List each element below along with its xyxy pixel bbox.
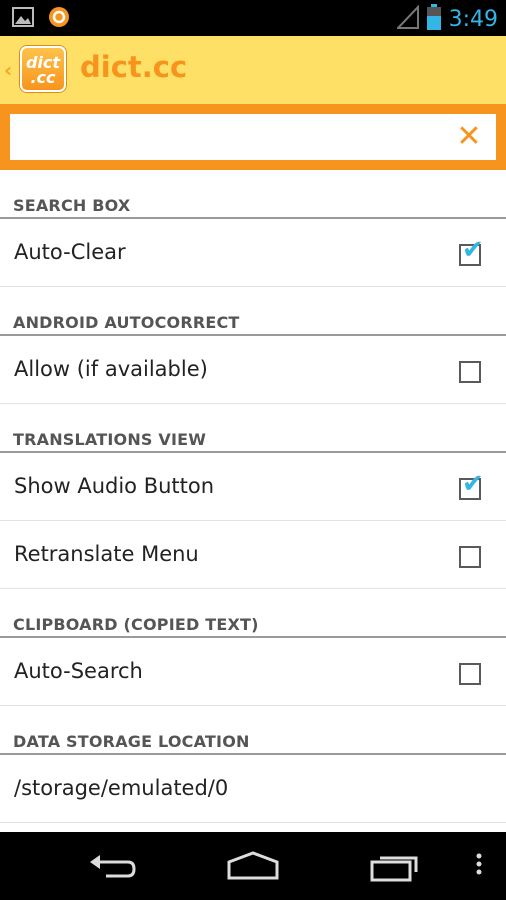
setting-auto-search[interactable]: Auto-Search [0, 638, 506, 706]
checkmark-icon: ✔ [462, 235, 484, 265]
setting-storage-path[interactable]: /storage/emulated/0 [0, 755, 506, 823]
search-area: ✕ [0, 104, 506, 170]
up-chevron-icon[interactable]: ‹ [4, 58, 12, 82]
show-audio-checkbox[interactable]: ✔ [459, 471, 484, 500]
section-header-translations-view: TRANSLATIONS VIEW [0, 404, 506, 453]
setting-allow-autocorrect[interactable]: Allow (if available) [0, 336, 506, 404]
setting-auto-clear[interactable]: Auto-Clear ✔ [0, 219, 506, 287]
checkmark-icon: ✔ [462, 469, 484, 499]
setting-show-audio-button[interactable]: Show Audio Button ✔ [0, 453, 506, 521]
section-header-label: SEARCH BOX [13, 196, 131, 215]
action-bar: ‹ dict .cc dict.cc [0, 36, 506, 104]
section-header-search-box: SEARCH BOX [0, 170, 506, 219]
setting-label: Auto-Search [14, 659, 143, 683]
section-header-data-storage: DATA STORAGE LOCATION [0, 706, 506, 755]
recent-apps-icon [370, 856, 418, 882]
avast-notification-icon [48, 6, 70, 32]
status-bar: 3:49 [0, 0, 506, 36]
navigation-bar [0, 832, 506, 900]
close-icon: ✕ [456, 119, 482, 154]
setting-label: Retranslate Menu [14, 542, 199, 566]
back-icon [90, 855, 136, 878]
section-header-android-autocorrect: ANDROID AUTOCORRECT [0, 287, 506, 336]
section-header-label: ANDROID AUTOCORRECT [13, 313, 240, 332]
signal-icon [395, 4, 419, 33]
app-title: dict.cc [80, 50, 188, 84]
section-header-clipboard: CLIPBOARD (COPIED TEXT) [0, 589, 506, 638]
recent-apps-button[interactable] [370, 850, 422, 886]
app-logo[interactable]: dict .cc [20, 46, 66, 92]
setting-label: Show Audio Button [14, 474, 215, 498]
allow-autocorrect-checkbox[interactable] [459, 361, 481, 383]
retranslate-menu-checkbox[interactable] [459, 546, 481, 568]
setting-label: Allow (if available) [14, 357, 208, 381]
setting-label: /storage/emulated/0 [14, 776, 229, 800]
auto-search-checkbox[interactable] [459, 663, 481, 685]
logo-text-line2: .cc [30, 68, 56, 87]
status-clock: 3:49 [448, 6, 498, 32]
battery-icon [426, 4, 441, 34]
setting-retranslate-menu[interactable]: Retranslate Menu [0, 521, 506, 589]
overflow-menu-icon [476, 853, 482, 875]
search-input[interactable] [10, 114, 496, 160]
image-notification-icon [12, 7, 34, 31]
section-header-label: TRANSLATIONS VIEW [13, 430, 207, 449]
overflow-menu-button[interactable] [474, 850, 484, 886]
setting-label: Auto-Clear [14, 240, 126, 264]
home-button[interactable] [226, 850, 280, 886]
home-icon [227, 851, 279, 880]
back-button[interactable] [88, 850, 136, 886]
settings-list: SEARCH BOX Auto-Clear ✔ ANDROID AUTOCORR… [0, 170, 506, 823]
section-header-label: DATA STORAGE LOCATION [13, 732, 250, 751]
clear-search-button[interactable]: ✕ [452, 120, 486, 154]
auto-clear-checkbox[interactable]: ✔ [459, 237, 484, 266]
section-header-label: CLIPBOARD (COPIED TEXT) [13, 615, 259, 634]
